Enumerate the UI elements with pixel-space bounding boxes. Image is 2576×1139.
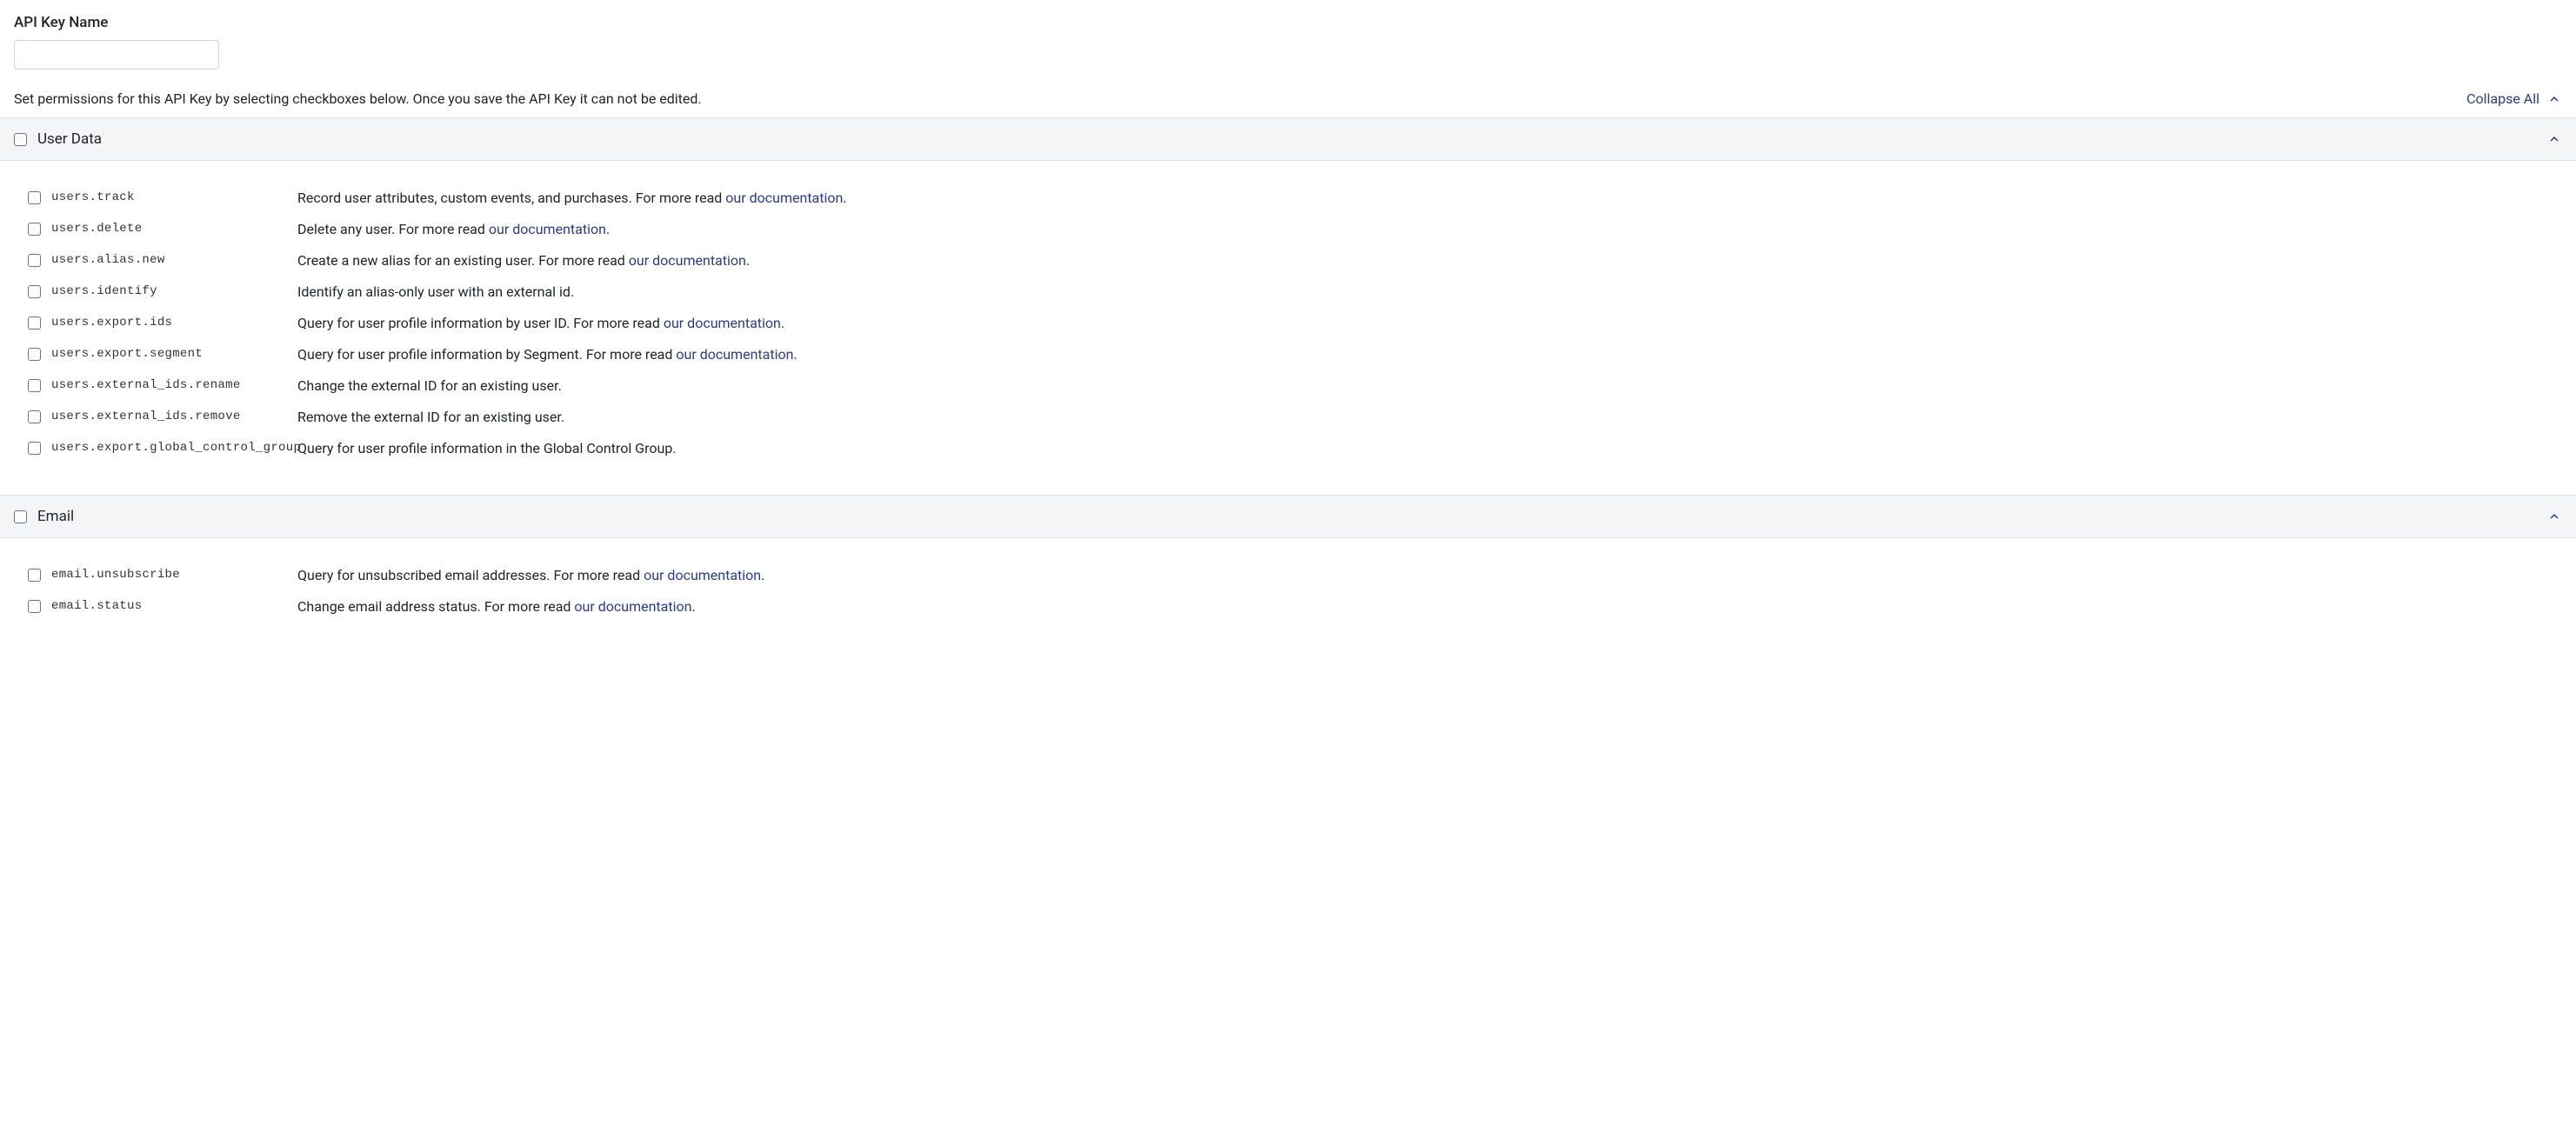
permission-desc-text: Change email address status.: [297, 598, 484, 615]
section-header[interactable]: User Data: [0, 117, 2576, 161]
permission-desc-text: Query for user profile information in th…: [297, 440, 676, 456]
permission-code: email.unsubscribe: [51, 568, 180, 582]
permission-desc: Change email address status. For more re…: [297, 598, 696, 615]
permission-desc-after: .: [746, 252, 750, 269]
permission-row: email.status Change email address status.…: [0, 590, 2576, 622]
read-more-text: For more read: [484, 598, 575, 615]
permission-row: users.export.global_control_groupQuery f…: [0, 432, 2576, 463]
read-more-text: For more read: [586, 346, 677, 363]
permission-desc-text: Query for user profile information by Se…: [297, 346, 586, 363]
permission-row: users.export.segment Query for user profi…: [0, 338, 2576, 370]
section-checkbox[interactable]: [14, 133, 27, 146]
permission-desc: Remove the external ID for an existing u…: [297, 409, 564, 425]
permission-desc-text: Remove the external ID for an existing u…: [297, 409, 564, 425]
permission-desc-text: Change the external ID for an existing u…: [297, 377, 562, 394]
instructions-text: Set permissions for this API Key by sele…: [14, 90, 702, 107]
api-key-name-input[interactable]: [14, 40, 219, 70]
permission-desc-after: .: [843, 190, 846, 206]
permission-desc: Query for unsubscribed email addresses. …: [297, 567, 764, 583]
permission-checkbox[interactable]: [28, 600, 41, 613]
section-checkbox[interactable]: [14, 510, 27, 523]
permission-desc: Delete any user. For more read our docum…: [297, 221, 610, 237]
permission-checkbox[interactable]: [28, 442, 41, 455]
permission-code: email.status: [51, 599, 142, 613]
documentation-link[interactable]: our documentation: [574, 598, 691, 615]
permission-checkbox[interactable]: [28, 348, 41, 361]
permission-code: users.export.ids: [51, 316, 172, 330]
permission-row: email.unsubscribe Query for unsubscribed …: [0, 559, 2576, 590]
permission-code: users.external_ids.remove: [51, 410, 241, 423]
permission-checkbox[interactable]: [28, 254, 41, 267]
permission-row: users.alias.new Create a new alias for an…: [0, 244, 2576, 276]
permission-desc-after: .: [761, 567, 764, 583]
permission-code: users.track: [51, 190, 135, 204]
permission-code: users.export.global_control_group: [51, 441, 301, 455]
permission-desc-text: Identify an alias-only user with an exte…: [297, 283, 574, 300]
permission-desc: Query for user profile information in th…: [297, 440, 676, 456]
section-header[interactable]: Email: [0, 495, 2576, 538]
collapse-all-label: Collapse All: [2466, 90, 2539, 107]
chevron-up-icon[interactable]: [2546, 131, 2562, 147]
permission-checkbox[interactable]: [28, 316, 41, 330]
documentation-link[interactable]: our documentation: [644, 567, 761, 583]
permission-code: users.external_ids.rename: [51, 378, 241, 392]
permission-checkbox[interactable]: [28, 223, 41, 236]
permission-row: users.external_ids.rename Change the exte…: [0, 370, 2576, 401]
collapse-all-button[interactable]: Collapse All: [2466, 90, 2562, 107]
documentation-link[interactable]: our documentation: [629, 252, 746, 269]
permission-checkbox[interactable]: [28, 191, 41, 204]
permission-desc: Query for user profile information by Se…: [297, 346, 797, 363]
permission-desc-after: .: [606, 221, 610, 237]
chevron-up-icon: [2546, 91, 2562, 107]
section-title: Email: [37, 508, 74, 525]
documentation-link[interactable]: our documentation: [489, 221, 606, 237]
permission-desc: Query for user profile information by us…: [297, 315, 784, 331]
permission-desc: Identify an alias-only user with an exte…: [297, 283, 574, 300]
documentation-link[interactable]: our documentation: [725, 190, 843, 206]
permission-code: users.identify: [51, 284, 157, 298]
permission-desc-text: Delete any user.: [297, 221, 398, 237]
read-more-text: For more read: [636, 190, 726, 206]
permission-desc-text: Create a new alias for an existing user.: [297, 252, 538, 269]
section-body: users.track Record user attributes, custo…: [0, 161, 2576, 495]
section-title: User Data: [37, 130, 102, 148]
permission-checkbox[interactable]: [28, 379, 41, 392]
permission-checkbox[interactable]: [28, 410, 41, 423]
permission-code: users.delete: [51, 222, 142, 236]
permission-desc: Record user attributes, custom events, a…: [297, 190, 847, 206]
permission-desc: Create a new alias for an existing user.…: [297, 252, 750, 269]
permission-desc-text: Query for user profile information by us…: [297, 315, 573, 331]
permission-code: users.alias.new: [51, 253, 165, 267]
permission-checkbox[interactable]: [28, 569, 41, 582]
documentation-link[interactable]: our documentation: [664, 315, 781, 331]
permission-row: users.external_ids.remove Remove the exte…: [0, 401, 2576, 432]
read-more-text: For more read: [573, 315, 664, 331]
read-more-text: For more read: [398, 221, 489, 237]
permission-desc: Change the external ID for an existing u…: [297, 377, 562, 394]
documentation-link[interactable]: our documentation: [676, 346, 793, 363]
chevron-up-icon[interactable]: [2546, 509, 2562, 524]
api-key-name-label: API Key Name: [14, 14, 2562, 31]
permission-code: users.export.segment: [51, 347, 203, 361]
permission-desc-after: .: [793, 346, 797, 363]
read-more-text: For more read: [554, 567, 644, 583]
permission-row: users.delete Delete any user. For more re…: [0, 213, 2576, 244]
permission-desc-text: Record user attributes, custom events, a…: [297, 190, 636, 206]
section-body: email.unsubscribe Query for unsubscribed …: [0, 538, 2576, 653]
permission-row: users.identify Identify an alias-only use…: [0, 276, 2576, 307]
permission-row: users.export.ids Query for user profile i…: [0, 307, 2576, 338]
permission-row: users.track Record user attributes, custo…: [0, 182, 2576, 213]
permission-checkbox[interactable]: [28, 285, 41, 298]
read-more-text: For more read: [538, 252, 629, 269]
permission-desc-text: Query for unsubscribed email addresses.: [297, 567, 554, 583]
permission-desc-after: .: [691, 598, 695, 615]
permission-desc-after: .: [781, 315, 784, 331]
